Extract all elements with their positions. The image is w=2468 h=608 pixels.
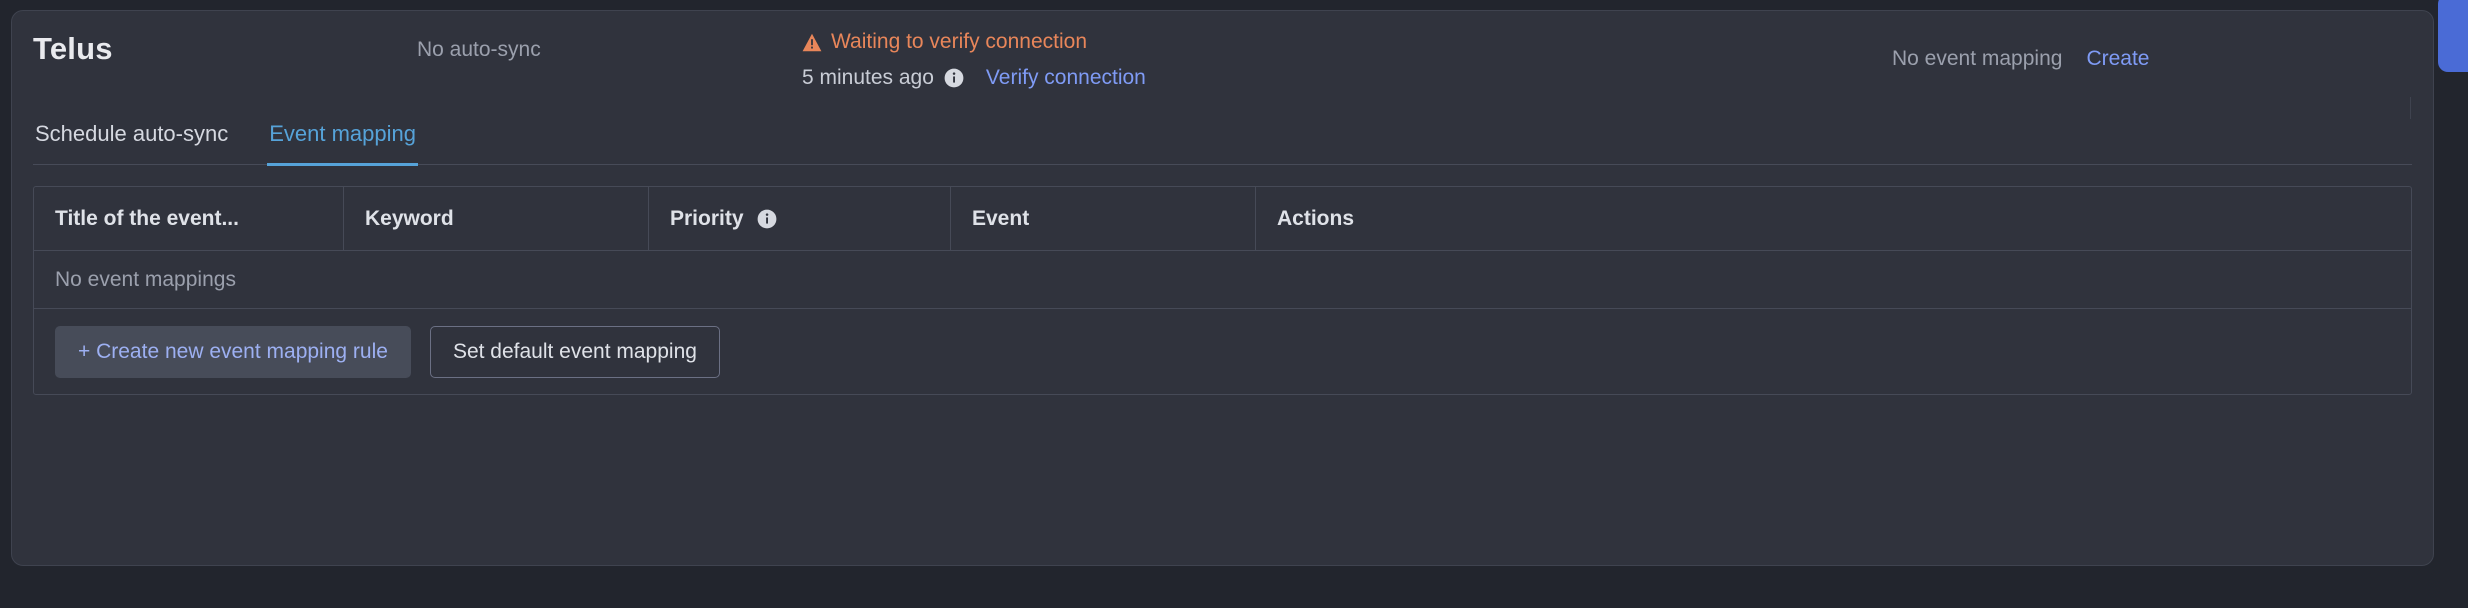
create-link[interactable]: Create [2086, 47, 2149, 71]
event-mapping-status-text: No event mapping [1892, 47, 2063, 70]
connection-meta-row: 5 minutes ago Verify connection [802, 65, 1362, 91]
connection-status-text: Waiting to verify connection [831, 30, 1088, 53]
connection-status-block: Waiting to verify connection 5 minutes a… [802, 29, 1362, 91]
table-header-row: Title of the event... Keyword Priority E… [34, 187, 2411, 251]
card-header: Telus No auto-sync Waiting to verify con… [12, 11, 2433, 119]
column-header-actions-label: Actions [1277, 206, 1355, 230]
table-empty-message: No event mappings [34, 251, 2411, 309]
integration-card: Telus No auto-sync Waiting to verify con… [11, 10, 2434, 566]
column-header-actions: Actions [1256, 187, 2411, 250]
autosync-status-text: No auto-sync [417, 38, 541, 61]
column-header-event-label: Event [972, 206, 1030, 230]
column-header-title-label: Title of the event... [55, 206, 239, 230]
connection-warning-row: Waiting to verify connection [802, 29, 1362, 55]
event-mapping-status-group: No event mapping Create [1892, 47, 2149, 71]
table-actions-row: + Create new event mapping rule Set defa… [34, 309, 2411, 394]
page-title: Telus [33, 31, 113, 66]
page-root: Telus No auto-sync Waiting to verify con… [0, 0, 2468, 608]
verify-connection-link[interactable]: Verify connection [986, 65, 1146, 91]
tab-bar: Schedule auto-sync Event mapping [33, 113, 2412, 166]
feedback-tab[interactable] [2438, 0, 2468, 72]
warning-triangle-icon [802, 33, 822, 52]
column-header-priority-label: Priority [670, 206, 744, 230]
priority-info-circle-icon[interactable] [757, 209, 777, 229]
connection-timestamp: 5 minutes ago [802, 66, 934, 89]
column-header-priority: Priority [649, 187, 951, 250]
tab-event-mapping[interactable]: Event mapping [267, 113, 418, 166]
column-header-keyword-label: Keyword [365, 206, 454, 230]
set-default-event-mapping-button[interactable]: Set default event mapping [429, 325, 720, 378]
column-header-title: Title of the event... [34, 187, 344, 250]
column-header-event: Event [951, 187, 1256, 250]
tab-schedule-auto-sync[interactable]: Schedule auto-sync [33, 113, 230, 166]
event-mapping-table: Title of the event... Keyword Priority E… [33, 186, 2412, 395]
info-circle-icon[interactable] [944, 68, 964, 88]
column-header-keyword: Keyword [344, 187, 649, 250]
create-new-event-mapping-rule-button[interactable]: + Create new event mapping rule [55, 325, 411, 378]
